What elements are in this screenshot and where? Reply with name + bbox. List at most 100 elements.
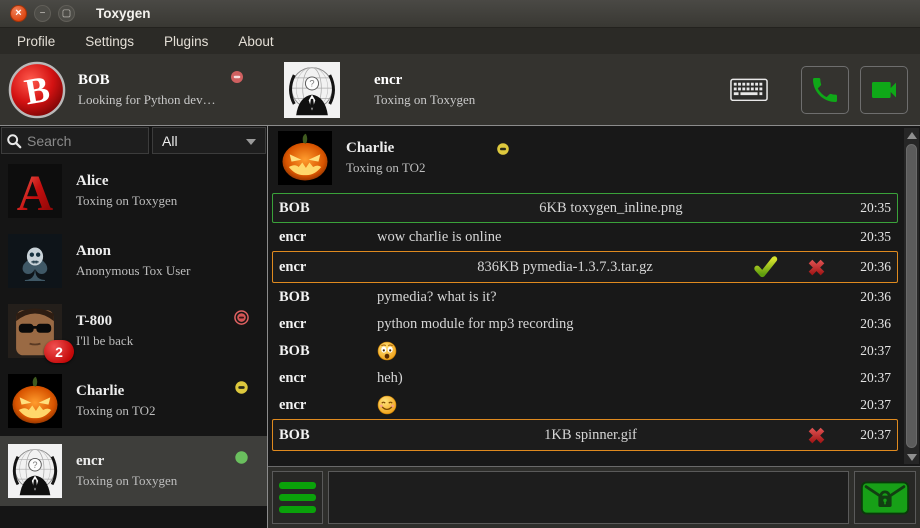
message-text: pymedia? what is it? (377, 289, 845, 306)
charlie-avatar (8, 374, 62, 428)
message-time: 20:36 (845, 259, 891, 275)
message-time: 20:35 (845, 229, 891, 245)
unread-count-badge: 2 (44, 340, 74, 363)
menu-item-profile[interactable]: Profile (2, 30, 70, 53)
contact-list: AAliceToxing on Toxygen♠AnonAnonymous To… (0, 156, 267, 528)
composer (268, 466, 920, 528)
contact-name: Anon (76, 243, 190, 260)
message-list: BOB6KB toxygen_inline.png20:35encrwow ch… (268, 190, 902, 451)
video-call-button[interactable] (860, 66, 908, 114)
message-time: 20:36 (845, 289, 891, 305)
maximize-icon: ▢ (62, 9, 71, 19)
decline-file-icon[interactable] (804, 423, 829, 448)
away-status-icon (496, 142, 510, 156)
message-sender: BOB (279, 200, 377, 217)
fearful-face-emoji (377, 341, 845, 361)
contact-item-anon[interactable]: ♠AnonAnonymous Tox User (0, 226, 267, 296)
header: B BOB Looking for Python dev… ? encr Tox… (0, 54, 920, 126)
contact-item-alice[interactable]: A Alice Toxing on Toxygen (0, 156, 267, 226)
window-title: Toxygen (96, 6, 151, 21)
message-input[interactable] (328, 471, 849, 524)
decline-file-icon[interactable] (804, 255, 829, 280)
peer-name: Charlie (346, 140, 426, 157)
chat-body: Charlie Toxing on TO2 BOB6KB toxygen_inl… (268, 126, 920, 466)
contact-status-message: Toxing on Toxygen (76, 473, 177, 489)
message-sender: BOB (279, 343, 377, 360)
svg-text:?: ? (32, 460, 37, 470)
contact-item-t-800[interactable]: T-800I'll be back2 (0, 296, 267, 366)
search-box (1, 127, 149, 154)
contact-name: T-800 (76, 313, 133, 330)
triangle-up-icon (907, 132, 917, 139)
contact-name: encr (76, 453, 177, 470)
busy-status-icon (230, 70, 244, 84)
message-row: BOB 20:37 (272, 338, 898, 364)
contact-status-message: Toxing on Toxygen (76, 193, 177, 209)
message-time: 20:36 (845, 316, 891, 332)
friend-name: encr (374, 72, 475, 89)
message-sender: encr (279, 259, 377, 276)
message-time: 20:37 (845, 343, 891, 359)
send-message-button[interactable] (854, 471, 916, 524)
close-button[interactable]: × (10, 5, 27, 22)
message-row: encrpython module for mp3 recording20:36 (272, 311, 898, 337)
self-name[interactable]: BOB (78, 72, 216, 89)
message-row: encrwow charlie is online20:35 (272, 224, 898, 250)
contact-item-encr[interactable]: ? encr Toxing on Toxygen (0, 436, 267, 506)
chat-panel: Charlie Toxing on TO2 BOB6KB toxygen_inl… (268, 126, 920, 528)
file-label: 836KB pymedia-1.3.7.3.tar.gz (377, 259, 753, 276)
message-row: encrheh)20:37 (272, 365, 898, 391)
message-text: wow charlie is online (377, 229, 845, 246)
svg-text:?: ? (309, 78, 314, 88)
accept-file-icon[interactable] (753, 255, 778, 280)
scroll-up-button[interactable] (904, 128, 919, 142)
message-row: BOBpymedia? what is it?20:36 (272, 284, 898, 310)
friend-status-message: Toxing on Toxygen (374, 92, 475, 108)
online-status-icon (234, 450, 249, 465)
search-input[interactable] (27, 133, 144, 149)
message-sender: BOB (279, 289, 377, 306)
menu-item-plugins[interactable]: Plugins (149, 30, 223, 53)
scrollbar-thumb[interactable] (906, 144, 917, 448)
hamburger-icon (279, 482, 316, 489)
bob-avatar[interactable]: B (8, 61, 66, 119)
anon-avatar: ♠ (8, 234, 62, 288)
chat-scrollbar (904, 128, 919, 464)
smiling-face-emoji (377, 395, 845, 415)
message-time: 20:37 (845, 427, 891, 443)
scroll-down-button[interactable] (904, 450, 919, 464)
minimize-button[interactable]: − (34, 5, 51, 22)
encr-avatar: ? (284, 62, 340, 118)
busy-status-icon (234, 310, 249, 325)
file-label: 1KB spinner.gif (377, 427, 804, 444)
menu-item-settings[interactable]: Settings (70, 30, 149, 53)
contact-item-charlie[interactable]: CharlieToxing on TO2 (0, 366, 267, 436)
keyboard-icon[interactable] (730, 78, 768, 103)
self-status-message[interactable]: Looking for Python dev… (78, 92, 216, 108)
header-actions (730, 54, 908, 126)
audio-call-button[interactable] (801, 66, 849, 114)
message-time: 20:37 (845, 397, 891, 413)
contact-name: Alice (76, 173, 177, 190)
peer-status-message: Toxing on TO2 (346, 160, 426, 176)
charlie-avatar (278, 131, 332, 185)
message-sender: encr (279, 229, 377, 246)
menu-item-about[interactable]: About (223, 30, 288, 53)
file-transfer-row: encr836KB pymedia-1.3.7.3.tar.gz 20:36 (272, 251, 898, 283)
contact-filter-dropdown[interactable]: All (152, 127, 266, 154)
file-transfer-row: BOB6KB toxygen_inline.png20:35 (272, 193, 898, 223)
close-icon: × (15, 8, 21, 19)
titlebar: × − ▢ Toxygen (0, 0, 920, 28)
svg-text:A: A (17, 165, 54, 218)
toxygen-window: × − ▢ Toxygen ProfileSettingsPluginsAbou… (0, 0, 920, 528)
sidebar: All AAliceToxing on Toxygen♠AnonAnonymou… (0, 126, 268, 528)
maximize-button[interactable]: ▢ (58, 5, 75, 22)
alice-avatar: A (8, 164, 62, 218)
active-friend: ? encr Toxing on Toxygen (268, 54, 475, 125)
message-row: encr20:37 (272, 392, 898, 418)
chevron-down-icon (246, 139, 256, 145)
encr-avatar: ? (8, 444, 62, 498)
message-text: python module for mp3 recording (377, 316, 845, 333)
composer-menu-button[interactable] (272, 471, 323, 524)
file-label: 6KB toxygen_inline.png (377, 200, 845, 217)
